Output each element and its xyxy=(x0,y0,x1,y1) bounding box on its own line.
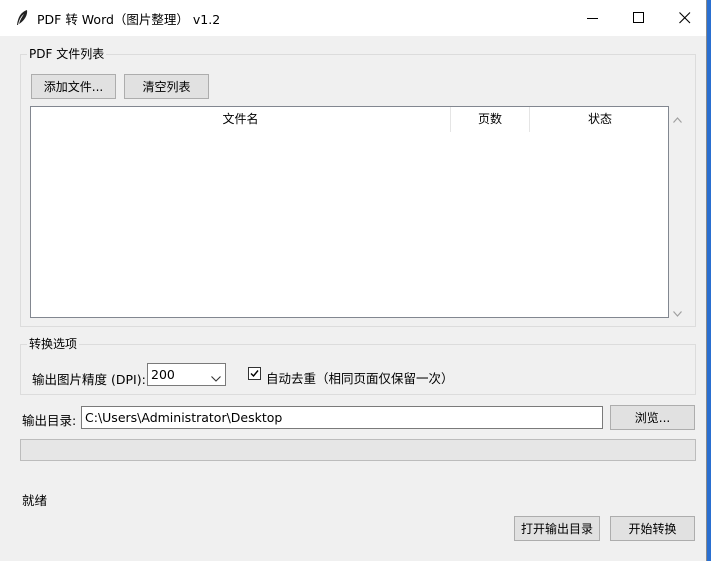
scroll-up-icon[interactable] xyxy=(673,112,682,126)
maximize-icon xyxy=(633,12,644,23)
maximize-button[interactable] xyxy=(616,0,662,36)
file-table-scrollbar[interactable] xyxy=(669,106,686,318)
progress-bar xyxy=(20,439,696,461)
conversion-options-legend: 转换选项 xyxy=(29,337,78,351)
column-header-filename[interactable]: 文件名 xyxy=(31,107,451,132)
checkmark-icon xyxy=(250,370,259,378)
column-header-status[interactable]: 状态 xyxy=(530,107,670,132)
chevron-down-icon[interactable] xyxy=(211,371,221,385)
browse-button[interactable]: 浏览... xyxy=(610,405,695,430)
close-icon xyxy=(679,12,691,24)
clear-list-button[interactable]: 清空列表 xyxy=(124,74,209,99)
feather-icon xyxy=(14,9,30,27)
dedup-label[interactable]: 自动去重（相同页面仅保留一次） xyxy=(266,368,454,387)
file-table-header: 文件名 页数 状态 xyxy=(31,107,668,132)
dedup-checkbox[interactable] xyxy=(248,367,261,380)
dpi-select-value: 200 xyxy=(151,367,175,382)
output-dir-field[interactable]: C:\Users\Administrator\Desktop xyxy=(81,406,603,429)
window-title: PDF 转 Word（图片整理） v1.2 xyxy=(37,12,221,27)
close-button[interactable] xyxy=(662,0,708,36)
title-bar[interactable]: PDF 转 Word（图片整理） v1.2 xyxy=(0,0,706,36)
dpi-select[interactable]: 200 xyxy=(147,363,226,386)
status-text: 就绪 xyxy=(22,493,48,508)
minimize-button[interactable] xyxy=(570,0,616,36)
minimize-icon xyxy=(587,18,598,19)
file-table[interactable]: 文件名 页数 状态 xyxy=(30,106,669,318)
scroll-down-icon[interactable] xyxy=(673,306,682,320)
open-output-dir-button[interactable]: 打开输出目录 xyxy=(514,516,600,541)
output-dir-label: 输出目录: xyxy=(22,413,77,428)
dpi-label: 输出图片精度 (DPI): xyxy=(32,372,146,387)
file-list-legend: PDF 文件列表 xyxy=(29,47,105,61)
app-window: PDF 转 Word（图片整理） v1.2 PDF 文件列表 添加文件... 清… xyxy=(0,0,707,561)
start-convert-button[interactable]: 开始转换 xyxy=(610,516,695,541)
add-files-button[interactable]: 添加文件... xyxy=(31,74,116,99)
column-header-pages[interactable]: 页数 xyxy=(451,107,530,132)
